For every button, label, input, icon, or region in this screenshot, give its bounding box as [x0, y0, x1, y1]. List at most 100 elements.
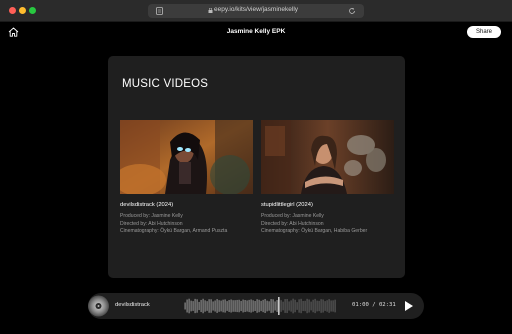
section-title: MUSIC VIDEOS — [122, 78, 209, 90]
waveform-bar — [284, 299, 286, 313]
waveform-bar — [238, 299, 240, 313]
track-name: devilsdistrack — [115, 302, 150, 308]
waveform-bar — [316, 300, 318, 312]
waveform-bar — [212, 301, 214, 311]
browser-toolbar: eepy.io/kits/view/jasminekelly — [0, 0, 512, 22]
waveform-bar — [190, 300, 192, 312]
waveform-bar — [292, 298, 294, 314]
waveform-bar — [274, 301, 276, 311]
video-title: stupidlittlegirl (2024) — [261, 202, 313, 208]
waveform-bar — [250, 299, 252, 313]
waveform-bar — [270, 299, 272, 313]
waveform-bar — [186, 299, 188, 313]
waveform-bar — [188, 298, 190, 314]
video-thumbnail-image — [261, 120, 394, 194]
waveform-bar — [332, 300, 334, 312]
waveform-bar — [290, 300, 292, 312]
waveform-bar — [254, 300, 256, 312]
minimize-window-button[interactable] — [19, 7, 26, 14]
waveform-bar — [228, 300, 230, 312]
waveform-bar — [194, 298, 196, 314]
waveform-bar — [256, 299, 258, 313]
waveform-bar — [242, 299, 244, 313]
reload-icon[interactable] — [348, 7, 356, 15]
playback-time: 01:00 / 02:31 — [352, 302, 396, 308]
album-art-disc — [88, 295, 109, 317]
waveform-bar — [268, 301, 270, 311]
waveform-bar — [302, 300, 304, 312]
produced-by: Produced by: Jasmine Kelly — [120, 213, 183, 219]
waveform-bar — [324, 301, 326, 311]
produced-by: Produced by: Jasmine Kelly — [261, 213, 324, 219]
address-bar[interactable]: eepy.io/kits/view/jasminekelly — [148, 4, 364, 18]
waveform-bar — [232, 300, 234, 312]
share-button[interactable]: Share — [467, 26, 501, 38]
waveform-bar — [282, 301, 284, 311]
waveform-bar — [230, 299, 232, 313]
waveform-bar — [210, 299, 212, 313]
waveform-bar — [304, 300, 306, 312]
waveform-bar — [308, 299, 310, 313]
waveform-bar — [248, 299, 250, 313]
waveform-bar — [252, 300, 254, 312]
waveform-bar — [322, 299, 324, 313]
waveform-bar — [294, 299, 296, 313]
waveform-bar — [272, 299, 274, 313]
audio-player: devilsdistrack 01:00 / 02:31 — [88, 293, 424, 319]
url-text: eepy.io/kits/view/jasminekelly — [213, 6, 299, 13]
video-item: devilsdistrack (2024) Produced by: Jasmi… — [120, 120, 253, 236]
waveform-bar — [204, 300, 206, 312]
video-credits: Produced by: Jasmine Kelly Directed by: … — [261, 213, 394, 236]
video-item: stupidlittlegirl (2024) Produced by: Jas… — [261, 120, 394, 236]
waveform-bar — [260, 300, 262, 312]
waveform-bar — [206, 301, 208, 311]
waveform-scrubber[interactable] — [184, 297, 336, 315]
waveform-bar — [262, 299, 264, 313]
music-videos-card: MUSIC VIDEOS devilsdistrack (2024) Produ… — [108, 56, 405, 278]
waveform-bar — [200, 299, 202, 313]
waveform-bar — [280, 300, 282, 312]
waveform-bar — [222, 299, 224, 313]
video-credits: Produced by: Jasmine Kelly Directed by: … — [120, 213, 253, 236]
waveform-bar — [214, 300, 216, 312]
waveform-bar — [244, 299, 246, 313]
playhead-marker[interactable] — [278, 297, 280, 315]
waveform-bar — [298, 299, 300, 313]
cinematography: Cinematography: Öykü Bargan, Armand Pusz… — [120, 228, 228, 235]
zoom-window-button[interactable] — [29, 7, 36, 14]
waveform-bar — [318, 300, 320, 312]
waveform-bar — [306, 298, 308, 314]
close-window-button[interactable] — [9, 7, 16, 14]
waveform-bar — [286, 298, 288, 314]
waveform-bar — [202, 298, 204, 314]
waveform-bar — [314, 298, 316, 314]
waveform-bar — [234, 300, 236, 312]
waveform-bar — [218, 300, 220, 312]
waveform-bar — [198, 301, 200, 311]
waveform-bar — [330, 300, 332, 312]
waveform-bar — [310, 301, 312, 311]
waveform-bar — [328, 299, 330, 313]
page-title: Jasmine Kelly EPK — [226, 28, 286, 35]
waveform-bar — [276, 300, 278, 312]
waveform-bar — [266, 300, 268, 312]
video-thumbnail[interactable] — [261, 120, 394, 194]
waveform-bar — [226, 301, 228, 311]
waveform-bar — [296, 302, 298, 310]
cinematography: Cinematography: Öykü Bargan, Habiba Gerb… — [261, 228, 368, 235]
waveform-bar — [196, 299, 198, 313]
play-icon[interactable] — [404, 300, 414, 312]
waveform-bar — [300, 298, 302, 314]
video-thumbnail[interactable] — [120, 120, 253, 194]
waveform-bar — [312, 299, 314, 313]
waveform-bar — [240, 300, 242, 312]
waveform-bar — [208, 299, 210, 313]
waveform-bar — [264, 298, 266, 314]
waveform-bar — [320, 299, 322, 313]
waveform-bar — [184, 302, 186, 310]
waveform-bar — [236, 299, 238, 313]
waveform-bar — [246, 300, 248, 312]
waveform-bar — [220, 300, 222, 312]
waveform-bar — [258, 299, 260, 313]
waveform-bar — [334, 299, 336, 313]
